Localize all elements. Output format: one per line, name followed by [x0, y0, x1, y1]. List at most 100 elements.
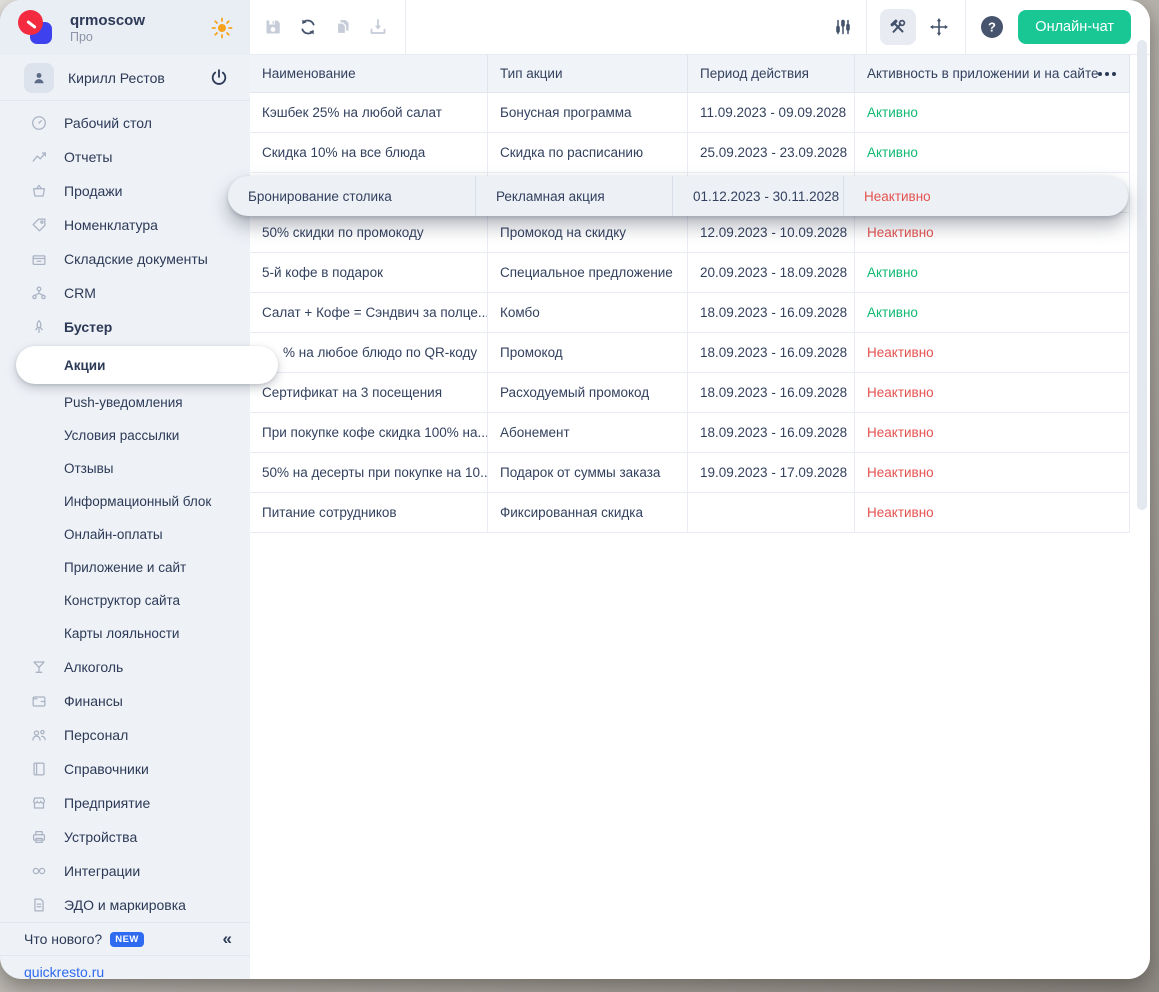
user-row[interactable]: Кирилл Рестов [0, 55, 250, 101]
site-link[interactable]: quickresto.ru [24, 964, 104, 979]
sidebar-item-label: CRM [64, 285, 96, 301]
cell-name: Скидка 10% на все блюда [250, 133, 488, 172]
cell-period [688, 493, 855, 532]
cell-name: Питание сотрудников [250, 493, 488, 532]
table-row[interactable]: 5-й кофе в подарокСпециальное предложени… [250, 253, 1130, 293]
table-row[interactable]: Салат + Кофе = Сэндвич за полце...Комбо1… [250, 293, 1130, 333]
column-header[interactable]: Активность в приложении и на сайте [855, 55, 1130, 92]
toolbar-divider [866, 0, 867, 55]
quickresto-logo[interactable] [18, 10, 54, 46]
sidebar-subitem[interactable]: Приложение и сайт [0, 551, 250, 584]
book-icon [30, 760, 48, 778]
app-window: qrmoscow Про Кирилл Рестов Рабочий стол О… [0, 0, 1150, 979]
sidebar-subitem[interactable]: Информационный блок [0, 485, 250, 518]
sidebar-subitem[interactable]: Отзывы [0, 452, 250, 485]
sidebar-subitem[interactable]: Push-уведомления [0, 386, 250, 419]
sidebar-item-label: Алкоголь [64, 659, 123, 675]
table-row[interactable]: 50% на десерты при покупке на 10...Подар… [250, 453, 1130, 493]
column-header-label: Наименование [262, 66, 356, 81]
sidebar-item-label: Номенклатура [64, 217, 158, 233]
column-header-label: Тип акции [500, 66, 562, 81]
sidebar-item[interactable]: Справочники [0, 752, 250, 786]
booster-icon [30, 318, 48, 336]
sidebar-item-label: Интеграции [64, 863, 140, 879]
column-header[interactable]: Период действия [688, 55, 855, 92]
sidebar-subitem[interactable]: Условия рассылки [0, 419, 250, 452]
sidebar-item[interactable]: Устройства [0, 820, 250, 854]
svg-text:?: ? [988, 20, 996, 35]
sidebar-item-label: Складские документы [64, 251, 208, 267]
cell-name: 5-й кофе в подарок [250, 253, 488, 292]
toolbar-divider [965, 0, 966, 55]
column-header[interactable]: Тип акции [488, 55, 688, 92]
sidebar-item[interactable]: ЭДО и маркировка [0, 888, 250, 922]
store-icon [30, 794, 48, 812]
online-chat-button[interactable]: Онлайн-чат [1018, 10, 1131, 44]
sidebar-item[interactable]: Предприятие [0, 786, 250, 820]
cell-type: Скидка по расписанию [488, 133, 688, 172]
cell-status: Неактивно [843, 176, 1128, 216]
refresh-icon[interactable] [298, 17, 318, 37]
sidebar-item[interactable]: Рабочий стол [0, 106, 250, 140]
table-row[interactable]: Сертификат на 3 посещенияРасходуемый про… [250, 373, 1130, 413]
cell-period: 01.12.2023 - 30.11.2028 [672, 176, 843, 216]
table-row[interactable]: Скидка 10% на все блюдаСкидка по расписа… [250, 133, 1130, 173]
cell-name: 50% скидки по промокоду [250, 213, 488, 252]
table-row[interactable]: 50% скидки по промокодуПромокод на скидк… [250, 213, 1130, 253]
sidebar-item[interactable]: Персонал [0, 718, 250, 752]
sidebar-item[interactable]: CRM [0, 276, 250, 310]
crm-icon [30, 284, 48, 302]
cell-period: 11.09.2023 - 09.09.2028 [688, 93, 855, 132]
logout-icon[interactable] [208, 67, 230, 89]
save-icon[interactable] [263, 17, 283, 37]
sidebar-item[interactable]: Бустер [0, 310, 250, 344]
cell-name: Кэшбек 25% на любой салат [250, 93, 488, 132]
vertical-scrollbar[interactable] [1137, 40, 1147, 510]
sidebar-item[interactable]: Складские документы [0, 242, 250, 276]
sidebar-subitem[interactable]: Акции [16, 346, 278, 384]
download-icon[interactable] [368, 17, 388, 37]
dashboard-icon [30, 114, 48, 132]
table-row[interactable]: При покупке кофе скидка 100% на...Абонем… [250, 413, 1130, 453]
cell-name: % на любое блюдо по QR-коду [250, 333, 488, 372]
sidebar-item[interactable]: Номенклатура [0, 208, 250, 242]
sidebar-item-label: ЭДО и маркировка [64, 897, 186, 913]
sidebar-item[interactable]: Продажи [0, 174, 250, 208]
dragged-table-row[interactable]: Бронирование столикаРекламная акция01.12… [228, 176, 1128, 216]
table-body: Кэшбек 25% на любой салатБонусная програ… [250, 93, 1150, 533]
table-row[interactable]: Питание сотрудниковФиксированная скидкаН… [250, 493, 1130, 533]
sliders-icon[interactable] [833, 17, 853, 37]
sidebar-item-label: Отчеты [64, 149, 112, 165]
sidebar-subitem[interactable]: Онлайн-оплаты [0, 518, 250, 551]
cell-type: Специальное предложение [488, 253, 688, 292]
cell-status: Неактивно [855, 373, 1130, 412]
sidebar-item[interactable]: Отчеты [0, 140, 250, 174]
sidebar-item[interactable]: Интеграции [0, 854, 250, 888]
sidebar-item-label: Продажи [64, 183, 122, 199]
cell-status: Активно [855, 253, 1130, 292]
brand-title: qrmoscow [70, 12, 210, 29]
cell-type: Абонемент [488, 413, 688, 452]
move-icon[interactable] [929, 17, 949, 37]
tools-icon[interactable] [880, 9, 916, 45]
help-icon[interactable]: ? [979, 14, 1005, 40]
whats-new-row[interactable]: Что нового? NEW « [0, 922, 250, 955]
sidebar-subitem[interactable]: Конструктор сайта [0, 584, 250, 617]
collapse-sidebar-icon[interactable]: « [223, 929, 232, 949]
sidebar-item[interactable]: Финансы [0, 684, 250, 718]
column-header[interactable]: Наименование [250, 55, 488, 92]
brightness-icon[interactable] [210, 16, 234, 40]
sidebar-subitem[interactable]: Карты лояльности [0, 617, 250, 650]
copy-icon[interactable] [333, 17, 353, 37]
brand-subtitle: Про [70, 30, 210, 44]
cell-period: 25.09.2023 - 23.09.2028 [688, 133, 855, 172]
table-menu-icon[interactable] [1098, 72, 1122, 76]
cell-type: Фиксированная скидка [488, 493, 688, 532]
sidebar-item[interactable]: Алкоголь [0, 650, 250, 684]
cell-period: 18.09.2023 - 16.09.2028 [688, 373, 855, 412]
table-row[interactable]: Кэшбек 25% на любой салатБонусная програ… [250, 93, 1130, 133]
whats-new-label: Что нового? [24, 931, 102, 947]
people-icon [30, 726, 48, 744]
user-avatar-icon [24, 63, 54, 93]
table-row[interactable]: % на любое блюдо по QR-кодуПромокод18.09… [250, 333, 1130, 373]
